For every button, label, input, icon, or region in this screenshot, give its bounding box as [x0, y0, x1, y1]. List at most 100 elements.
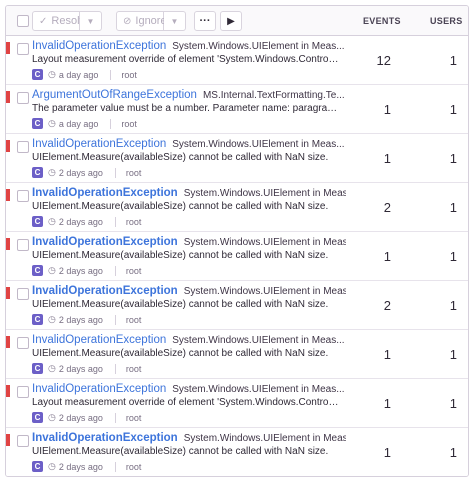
culprit-text: System.Windows.UIElement in Meas... — [183, 237, 346, 248]
event-count: 1 — [383, 151, 391, 166]
realtime-play-button[interactable]: ▶ — [220, 11, 242, 31]
select-all-checkbox[interactable] — [17, 15, 29, 27]
issue-row[interactable]: InvalidOperationException System.Windows.… — [6, 330, 468, 379]
issue-meta: C ◷ a day ago root — [32, 118, 137, 129]
issue-list: InvalidOperationException System.Windows.… — [6, 36, 468, 476]
issue-checkbox[interactable] — [17, 337, 29, 349]
issue-title: ArgumentOutOfRangeException MS.Internal.T… — [32, 89, 346, 101]
event-count: 1 — [383, 249, 391, 264]
last-seen-time: 2 days ago — [58, 265, 103, 276]
assignee-name: root — [121, 118, 137, 129]
culprit-text: System.Windows.UIElement in Meas... — [172, 139, 345, 150]
issue-checkbox[interactable] — [17, 43, 29, 55]
project-badge-icon: C — [32, 314, 43, 325]
error-message: Layout measurement override of element '… — [32, 54, 340, 65]
issue-checkbox[interactable] — [17, 435, 29, 447]
issue-title: InvalidOperationException System.Windows.… — [32, 236, 346, 248]
project-badge-icon: C — [32, 69, 43, 80]
last-seen-time: a day ago — [58, 118, 99, 129]
assignee-name: root — [125, 314, 142, 325]
ignore-icon: ⊘ — [123, 15, 132, 27]
event-count: 2 — [383, 200, 391, 215]
issue-row[interactable]: InvalidOperationException System.Windows.… — [6, 281, 468, 330]
clock-icon: ◷ — [48, 412, 56, 422]
issue-meta: C ◷ 2 days ago root — [32, 363, 141, 374]
error-message: Layout measurement override of element '… — [32, 397, 340, 408]
project-badge-icon: C — [32, 167, 43, 178]
error-type-link[interactable]: InvalidOperationException — [32, 334, 166, 346]
user-count: 1 — [449, 200, 457, 215]
issue-title: InvalidOperationException System.Windows.… — [32, 383, 346, 395]
issue-meta: C ◷ 2 days ago root — [32, 265, 141, 276]
issue-row[interactable]: InvalidOperationException System.Windows.… — [6, 428, 468, 476]
error-type-link[interactable]: InvalidOperationException — [32, 383, 166, 395]
error-message: The parameter value must be a number. Pa… — [32, 103, 340, 114]
issue-row[interactable]: ArgumentOutOfRangeException MS.Internal.T… — [6, 85, 468, 134]
ignore-dropdown-button[interactable]: ▼ — [164, 11, 186, 31]
issue-meta: C ◷ 2 days ago root — [32, 461, 141, 472]
error-message: UIElement.Measure(availableSize) cannot … — [32, 299, 329, 310]
level-indicator — [6, 336, 10, 348]
more-icon: ··· — [199, 15, 211, 27]
culprit-text: System.Windows.UIElement in Meas... — [172, 384, 345, 395]
issue-checkbox[interactable] — [17, 141, 29, 153]
user-count: 1 — [449, 102, 457, 117]
issue-checkbox[interactable] — [17, 239, 29, 251]
event-count: 1 — [383, 347, 391, 362]
resolve-button[interactable]: ✓ Resolve — [32, 11, 91, 31]
assignee-name: root — [121, 69, 137, 80]
chevron-down-icon: ▼ — [170, 16, 179, 26]
level-indicator — [6, 140, 10, 152]
error-type-link[interactable]: InvalidOperationException — [32, 138, 166, 150]
user-count: 1 — [449, 151, 457, 166]
project-badge-icon: C — [32, 265, 43, 276]
chevron-down-icon: ▼ — [86, 16, 95, 26]
issue-title: InvalidOperationException System.Windows.… — [32, 432, 346, 444]
error-type-link[interactable]: InvalidOperationException — [32, 236, 178, 248]
issue-row[interactable]: InvalidOperationException System.Windows.… — [6, 36, 468, 85]
issue-row[interactable]: InvalidOperationException System.Windows.… — [6, 183, 468, 232]
project-badge-icon: C — [32, 461, 43, 472]
issue-checkbox[interactable] — [17, 190, 29, 202]
assignee-name: root — [125, 412, 142, 423]
ignore-label: Ignore — [135, 15, 167, 27]
last-seen-time: 2 days ago — [58, 412, 103, 423]
event-count: 1 — [383, 102, 391, 117]
resolve-dropdown-button[interactable]: ▼ — [80, 11, 102, 31]
ignore-button-group: ⊘ Ignore ▼ — [116, 11, 186, 31]
ignore-button[interactable]: ⊘ Ignore — [116, 11, 167, 31]
events-column-header: EVENTS — [363, 16, 401, 26]
clock-icon: ◷ — [48, 167, 56, 177]
issue-row[interactable]: InvalidOperationException System.Windows.… — [6, 232, 468, 281]
error-type-link[interactable]: ArgumentOutOfRangeException — [32, 89, 197, 101]
user-count: 1 — [449, 445, 457, 460]
user-count: 1 — [449, 53, 457, 68]
clock-icon: ◷ — [48, 216, 56, 226]
issue-row[interactable]: InvalidOperationException System.Windows.… — [6, 134, 468, 183]
culprit-text: System.Windows.UIElement in Meas... — [172, 335, 345, 346]
issue-meta: C ◷ a day ago root — [32, 69, 137, 80]
issue-checkbox[interactable] — [17, 386, 29, 398]
issue-meta: C ◷ 2 days ago root — [32, 314, 141, 325]
clock-icon: ◷ — [48, 265, 56, 275]
issue-title: InvalidOperationException System.Windows.… — [32, 285, 346, 297]
error-type-link[interactable]: InvalidOperationException — [32, 40, 166, 52]
level-indicator — [6, 238, 10, 250]
last-seen-time: 2 days ago — [58, 363, 103, 374]
error-type-link[interactable]: InvalidOperationException — [32, 432, 178, 444]
error-type-link[interactable]: InvalidOperationException — [32, 187, 178, 199]
issue-row[interactable]: InvalidOperationException System.Windows.… — [6, 379, 468, 428]
error-type-link[interactable]: InvalidOperationException — [32, 285, 178, 297]
project-badge-icon: C — [32, 216, 43, 227]
level-indicator — [6, 385, 10, 397]
more-actions-button[interactable]: ··· — [194, 11, 216, 31]
culprit-text: System.Windows.UIElement in Meas... — [183, 433, 346, 444]
clock-icon: ◷ — [48, 314, 56, 324]
play-icon: ▶ — [227, 15, 235, 27]
culprit-text: System.Windows.UIElement in Meas... — [183, 188, 346, 199]
project-badge-icon: C — [32, 412, 43, 423]
meta-divider — [114, 167, 116, 178]
issue-checkbox[interactable] — [17, 288, 29, 300]
event-count: 12 — [376, 53, 391, 68]
issue-checkbox[interactable] — [17, 92, 29, 104]
